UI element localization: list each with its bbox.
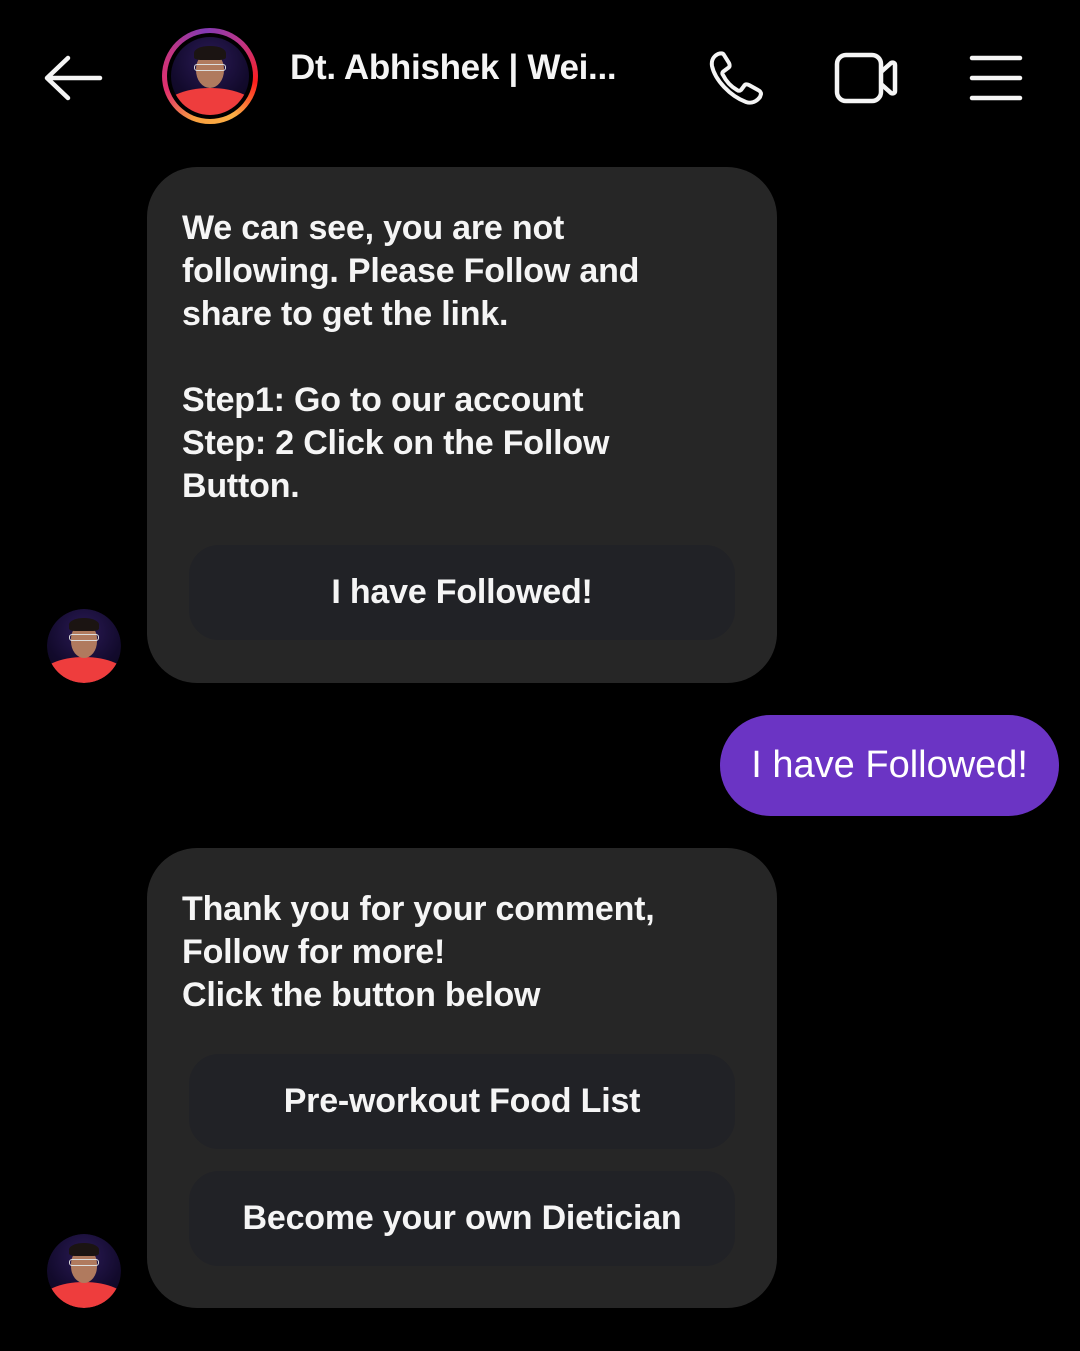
avatar-photo	[171, 37, 249, 115]
quick-reply-button-i-have-followed[interactable]: I have Followed!	[189, 545, 735, 640]
quick-reply-button-become-your-own-dietician[interactable]: Become your own Dietician	[189, 1171, 735, 1266]
quick-reply-button-pre-workout-food-list[interactable]: Pre-workout Food List	[189, 1054, 735, 1149]
phone-icon	[709, 51, 763, 105]
sender-avatar[interactable]	[47, 1234, 121, 1308]
back-button[interactable]	[38, 50, 108, 106]
incoming-message-bubble: We can see, you are not following. Pleas…	[147, 167, 777, 683]
sender-avatar[interactable]	[47, 609, 121, 683]
profile-avatar[interactable]	[162, 28, 258, 124]
message-text: We can see, you are not following. Pleas…	[182, 209, 640, 505]
message-text: Thank you for your comment, Follow for m…	[182, 890, 655, 1014]
menu-button[interactable]	[958, 40, 1034, 116]
voice-call-button[interactable]	[698, 40, 774, 116]
incoming-message-bubble: Thank you for your comment, Follow for m…	[147, 848, 777, 1308]
contact-name[interactable]: Dt. Abhishek | Wei...	[290, 48, 617, 88]
hamburger-menu-icon	[969, 55, 1023, 101]
outgoing-message-bubble[interactable]: I have Followed!	[720, 715, 1059, 816]
chat-header: Dt. Abhishek | Wei...	[0, 0, 1080, 150]
video-camera-icon	[834, 52, 898, 104]
video-call-button[interactable]	[828, 40, 904, 116]
arrow-left-icon	[44, 55, 103, 101]
